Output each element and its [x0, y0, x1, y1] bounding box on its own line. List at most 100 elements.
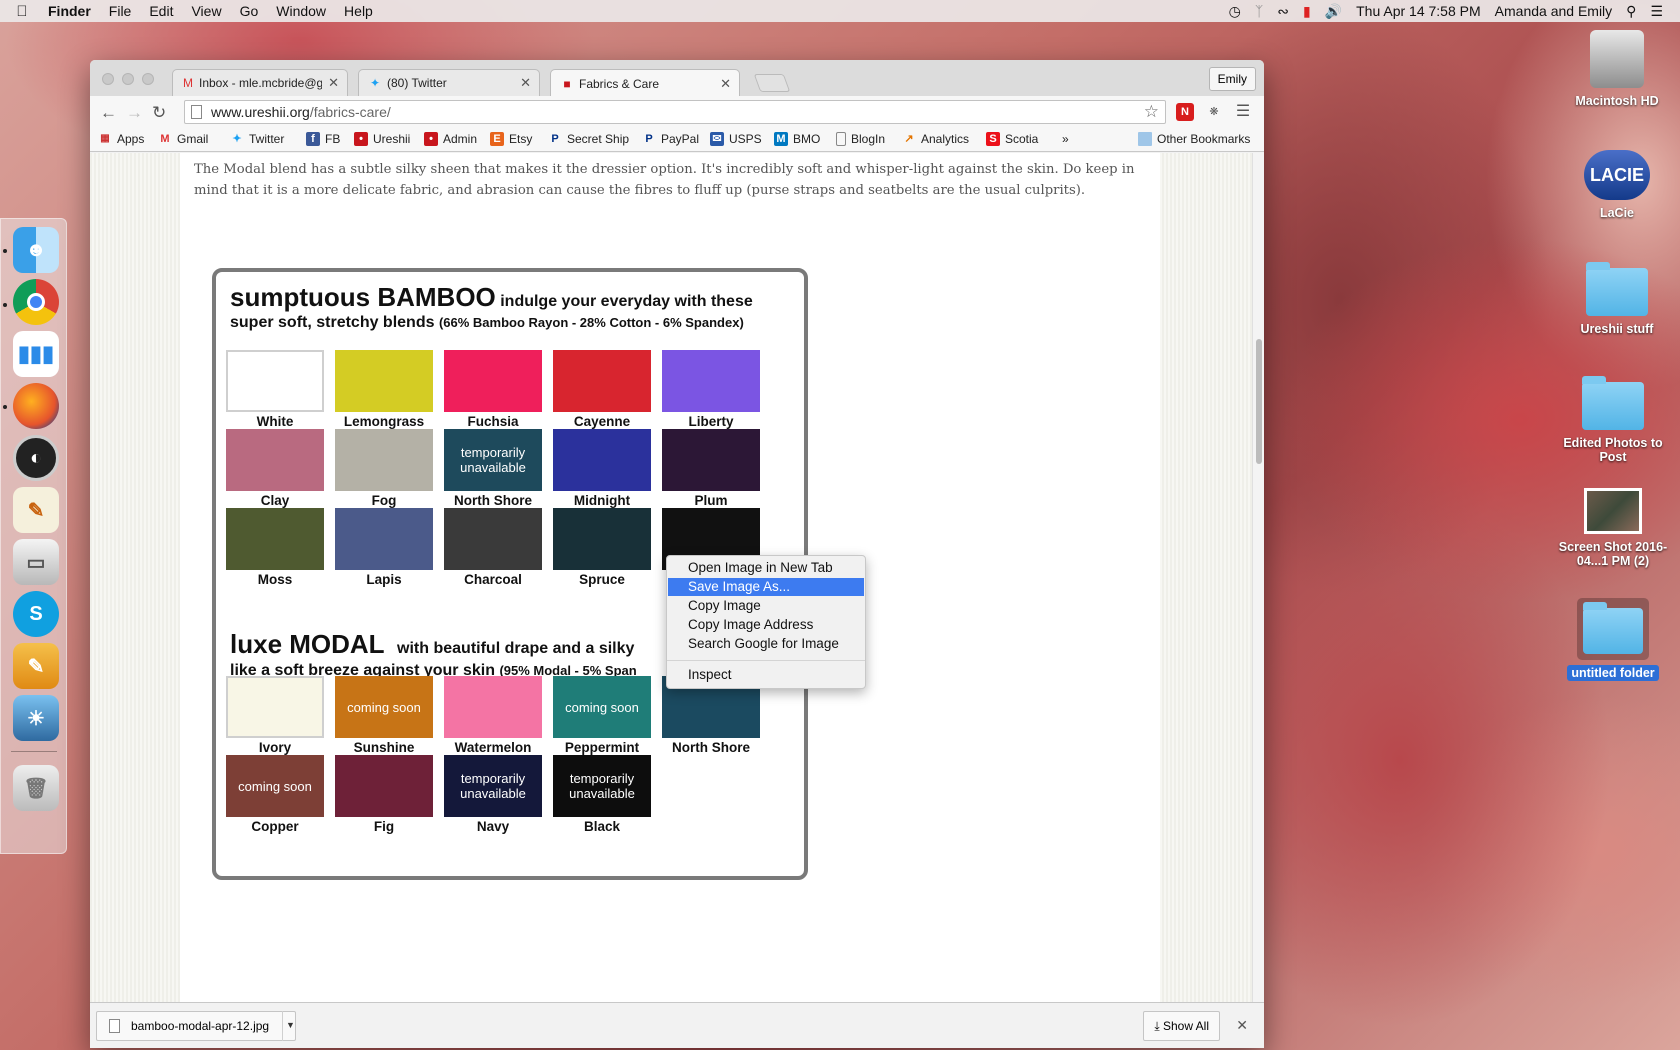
- scrollbar-thumb[interactable]: [1256, 339, 1262, 464]
- desktop-lacie[interactable]: LACIE LaCie: [1562, 150, 1672, 220]
- minimize-window-button[interactable]: [122, 73, 134, 85]
- bookmark-gmail[interactable]: M Gmail: [158, 132, 208, 146]
- close-tab-icon[interactable]: ✕: [714, 76, 731, 92]
- running-indicator: [3, 405, 7, 409]
- menu-save-image-as[interactable]: Save Image As...: [668, 578, 864, 596]
- time-machine-icon[interactable]: ◷: [1222, 3, 1248, 20]
- facebook-icon: f: [306, 132, 320, 146]
- menu-copy-image-address[interactable]: Copy Image Address: [668, 616, 864, 634]
- extension-n-icon[interactable]: N: [1176, 103, 1194, 121]
- desktop-ureshii-stuff[interactable]: Ureshii stuff: [1562, 262, 1672, 336]
- pages-icon[interactable]: ✎: [13, 487, 59, 533]
- tab-twitter[interactable]: ✦ (80) Twitter ✕: [358, 69, 540, 96]
- bookmark-secret-ship[interactable]: P Secret Ship: [548, 132, 629, 146]
- profile-button[interactable]: Emily: [1208, 67, 1256, 91]
- tab-gmail[interactable]: M Inbox - mle.mcbride@gma ✕: [172, 69, 348, 96]
- url-domain: www.ureshii.org: [211, 104, 310, 120]
- user-name[interactable]: Amanda and Emily: [1488, 3, 1620, 19]
- canada-flag-icon[interactable]: ▮: [1296, 3, 1318, 20]
- bookmark-twitter[interactable]: ✦ Twitter: [230, 132, 284, 146]
- swatch-label: Lemongrass: [343, 414, 425, 429]
- address-bar[interactable]: www.ureshii.org/fabrics-care/ ☆: [184, 100, 1166, 124]
- apple-menu-icon[interactable]: : [0, 3, 44, 20]
- notification-center-icon[interactable]: ☰: [1643, 3, 1670, 20]
- bookmark-bmo[interactable]: M BMO: [774, 132, 820, 146]
- iphoto-icon[interactable]: ☀: [13, 695, 59, 741]
- folder-icon: [1582, 376, 1644, 430]
- swatch-clay: [226, 429, 324, 491]
- bookmark-scotia[interactable]: S Scotia: [986, 132, 1038, 146]
- bookmark-paypal[interactable]: P PayPal: [642, 132, 699, 146]
- menu-inspect[interactable]: Inspect: [668, 666, 864, 684]
- swatch-watermelon: [444, 676, 542, 738]
- desktop-screenshot[interactable]: Screen Shot 2016-04...1 PM (2): [1558, 488, 1668, 568]
- bookmark-apps[interactable]: ▦ Apps: [98, 132, 144, 146]
- menu-finder[interactable]: Finder: [44, 3, 100, 19]
- menu-search-google-for-image[interactable]: Search Google for Image: [668, 635, 864, 653]
- swatch-label: Plum: [694, 493, 728, 508]
- menu-help[interactable]: Help: [335, 3, 382, 19]
- bookmark-etsy[interactable]: E Etsy: [490, 132, 532, 146]
- bluetooth-icon[interactable]: ᛉ: [1248, 3, 1270, 19]
- menu-file[interactable]: File: [100, 3, 141, 19]
- tab-fabrics-care[interactable]: ■ Fabrics & Care ✕: [550, 69, 740, 97]
- forward-arrow-icon[interactable]: →: [126, 103, 143, 123]
- volume-icon[interactable]: 🔊: [1318, 3, 1349, 20]
- swatch-label: Black: [583, 819, 621, 834]
- skype-icon[interactable]: S: [13, 591, 59, 637]
- dashboard-icon[interactable]: ◐: [13, 435, 59, 481]
- bookmark-star-icon[interactable]: ☆: [1144, 102, 1159, 122]
- bookmark-fb[interactable]: f FB: [306, 132, 340, 146]
- swatch-ivory: [226, 676, 324, 738]
- show-all-label: Show All: [1162, 1019, 1209, 1033]
- chrome-menu-icon[interactable]: ☰: [1234, 103, 1252, 121]
- preview-icon[interactable]: ✎: [13, 643, 59, 689]
- trash-icon[interactable]: 🗑: [13, 765, 59, 811]
- disk-utility-icon[interactable]: ▭: [13, 539, 59, 585]
- swatch-label: Watermelon: [454, 740, 532, 755]
- page-scrollbar[interactable]: [1252, 153, 1264, 1003]
- menu-open-image-new-tab[interactable]: Open Image in New Tab: [668, 559, 864, 577]
- firefox-icon[interactable]: [13, 383, 59, 429]
- desktop-untitled-folder[interactable]: untitled folder: [1558, 598, 1668, 681]
- close-window-button[interactable]: [102, 73, 114, 85]
- spotlight-search-icon[interactable]: ⚲: [1619, 3, 1643, 20]
- folder-icon: [1138, 132, 1152, 146]
- desktop-edited-photos[interactable]: Edited Photos to Post: [1558, 376, 1668, 464]
- new-tab-button[interactable]: [753, 74, 791, 92]
- close-tab-icon[interactable]: ✕: [322, 75, 339, 91]
- menu-copy-image[interactable]: Copy Image: [668, 597, 864, 615]
- bookmark-other-bookmarks[interactable]: Other Bookmarks: [1138, 132, 1250, 146]
- close-tab-icon[interactable]: ✕: [514, 75, 531, 91]
- close-download-bar-icon[interactable]: ✕: [1236, 1017, 1248, 1034]
- bookmark-usps[interactable]: ✉ USPS: [710, 132, 762, 146]
- bookmark-admin[interactable]: • Admin: [424, 132, 477, 146]
- reload-icon[interactable]: ↻: [152, 103, 166, 123]
- download-options-chevron-icon[interactable]: ▼: [282, 1011, 298, 1041]
- bookmark-ureshii[interactable]: • Ureshii: [354, 132, 410, 146]
- bookmarks-overflow-button[interactable]: »: [1062, 132, 1069, 146]
- download-item[interactable]: bamboo-modal-apr-12.jpg: [96, 1011, 296, 1041]
- menu-view[interactable]: View: [182, 3, 230, 19]
- bookmark-label: Analytics: [921, 132, 970, 146]
- desktop-macintosh-hd[interactable]: Macintosh HD: [1562, 30, 1672, 108]
- back-arrow-icon[interactable]: ←: [100, 103, 117, 123]
- chrome-icon[interactable]: [13, 279, 59, 325]
- extension-puzzle-icon[interactable]: ❋: [1205, 103, 1223, 121]
- menu-go[interactable]: Go: [231, 3, 268, 19]
- menu-edit[interactable]: Edit: [140, 3, 182, 19]
- ureshii-icon: ■: [563, 76, 571, 91]
- swatch-lemongrass: [335, 350, 433, 412]
- bookmark-analytics[interactable]: ↗ Analytics: [902, 132, 969, 146]
- menu-window[interactable]: Window: [267, 3, 335, 19]
- numbers-icon[interactable]: ▮▮▮: [13, 331, 59, 377]
- wifi-icon[interactable]: ∾: [1270, 3, 1296, 20]
- finder-icon[interactable]: ☻: [13, 227, 59, 273]
- bookmark-blogin[interactable]: BlogIn: [836, 132, 885, 146]
- swatch-label: Navy: [476, 819, 510, 834]
- swatch-fuchsia: [444, 350, 542, 412]
- show-all-downloads-button[interactable]: ⤓ Show All: [1143, 1011, 1220, 1041]
- zoom-window-button[interactable]: [142, 73, 154, 85]
- clock-text[interactable]: Thu Apr 14 7:58 PM: [1349, 3, 1488, 19]
- desktop-icon-label: Ureshii stuff: [1580, 322, 1654, 336]
